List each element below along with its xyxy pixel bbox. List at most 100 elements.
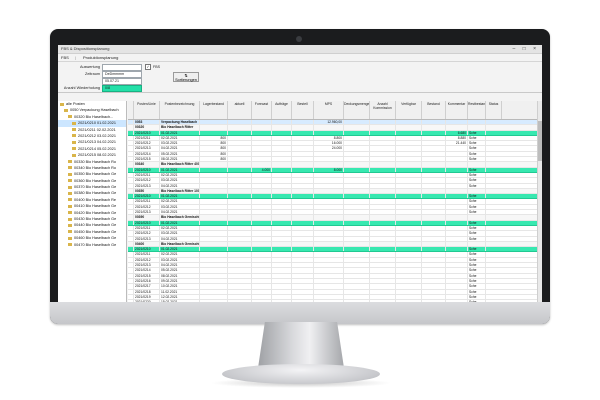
navigation-tree[interactable]: alle Posten 0050 Verpackung Haselbach 0032…	[58, 101, 127, 302]
table-cell	[228, 167, 252, 172]
table-cell	[446, 236, 468, 241]
folder-icon	[68, 211, 72, 215]
column-header[interactable]: Postenbezeichnung	[160, 101, 200, 119]
datum-field[interactable]: 05.07.21	[102, 77, 142, 85]
column-header[interactable]: Forecast	[252, 101, 272, 119]
column-header[interactable]: Anzahl Kommission	[370, 101, 396, 119]
table-cell: 04.02.2021	[160, 146, 200, 151]
tree-node-label: 00440 Bio Haselbach Ge	[74, 223, 117, 228]
table-cell	[396, 125, 422, 130]
column-header[interactable]: aktuell	[228, 101, 252, 119]
table-cell	[228, 151, 252, 157]
folder-icon	[68, 236, 72, 240]
column-header[interactable]: Kommentar	[446, 101, 468, 119]
tree-node[interactable]: 00440 Bio Haselbach Ge	[58, 222, 126, 228]
table-cell	[314, 263, 344, 268]
table-cell	[396, 252, 422, 257]
table-cell	[292, 172, 314, 178]
table-cell	[370, 151, 396, 157]
application-window: FBS & Dispositionsplanung – □ × FBS | Pro…	[58, 45, 542, 302]
zeitraum-field[interactable]: DeDmmmm	[102, 70, 142, 78]
table-cell: 2021/0219	[134, 294, 160, 300]
tree-node[interactable]: 0050 Verpackung Haselbach	[58, 107, 126, 113]
table-cell: Sche	[468, 135, 486, 141]
table-cell	[228, 241, 252, 247]
column-header[interactable]: Bestell	[292, 101, 314, 119]
table-cell	[228, 215, 252, 220]
table-cell	[292, 167, 314, 172]
table-cell	[396, 135, 422, 141]
fbs-checkbox[interactable]: ✓	[145, 64, 151, 70]
column-header[interactable]: Posten/Linie	[134, 101, 160, 119]
table-cell	[292, 231, 314, 236]
table-cell	[314, 257, 344, 263]
tree-node-label: 00410 Bio Haselbach Ge	[74, 204, 117, 209]
table-cell	[446, 120, 468, 125]
table-cell: 04.02.2021	[160, 236, 200, 241]
table-cell	[446, 284, 468, 289]
table-cell: Sche	[468, 257, 486, 263]
table-cell	[396, 141, 422, 146]
table-cell	[422, 257, 446, 263]
column-header[interactable]: Restbestand	[468, 101, 486, 119]
anzahl-field[interactable]: 0/8	[102, 84, 142, 92]
folder-icon	[68, 204, 72, 208]
table-cell	[272, 120, 292, 125]
table-cell	[422, 241, 446, 247]
table-cell: Bio Haselbach Ritter 100g	[161, 188, 200, 194]
column-header[interactable]: Lagerbestand	[200, 101, 228, 119]
tree-node[interactable]: 00460 Bio Haselbach Ge	[58, 235, 126, 241]
table-cell	[292, 215, 314, 220]
table-cell	[228, 194, 252, 199]
folder-icon	[68, 115, 72, 119]
table-cell	[396, 263, 422, 268]
tree-node[interactable]: 00330 Bio Haselbach Ro	[58, 159, 126, 165]
sortierungen-button[interactable]: ⇅ Sortierungen	[173, 72, 199, 82]
table-cell	[396, 210, 422, 215]
table-cell	[272, 125, 292, 130]
table-cell	[292, 135, 314, 141]
column-header[interactable]: Verfügbar	[396, 101, 422, 119]
table-cell	[344, 220, 370, 225]
table-cell	[252, 120, 272, 125]
column-header[interactable]: MPS	[314, 101, 344, 119]
table-cell: 11.02.2021	[160, 289, 200, 294]
scroll-thumb[interactable]	[538, 121, 542, 161]
column-header[interactable]: Aufträge	[272, 101, 292, 119]
table-cell	[228, 178, 252, 183]
column-header[interactable]: Bestand	[422, 101, 446, 119]
table-cell: 2021/0211	[134, 199, 160, 204]
column-header[interactable]: Deckungsmenge	[344, 101, 370, 119]
table-cell	[422, 188, 446, 194]
table-cell: Sche	[468, 278, 486, 284]
table-cell	[344, 194, 370, 199]
tree-node[interactable]: 00410 Bio Haselbach Ge	[58, 203, 126, 209]
tab-produktionsplanung[interactable]: Produktionsplanung	[83, 55, 118, 60]
table-cell	[228, 236, 252, 241]
window-controls[interactable]: – □ ×	[513, 45, 540, 53]
table-cell: Sche	[468, 225, 486, 231]
tree-node[interactable]: 00350 Bio Haselbach Ge	[58, 171, 126, 177]
folder-icon	[72, 140, 76, 144]
table-cell	[396, 120, 422, 125]
tree-node[interactable]: 00380 Bio Haselbach Ge	[58, 190, 126, 196]
table-cell	[422, 294, 446, 300]
column-header[interactable]: Status	[486, 101, 502, 119]
table-cell	[314, 236, 344, 241]
table-cell	[396, 236, 422, 241]
window-title: FBS & Dispositionsplanung	[61, 46, 110, 51]
table-cell	[422, 252, 446, 257]
table-cell	[396, 151, 422, 157]
table-cell	[252, 204, 272, 210]
vertical-scrollbar[interactable]	[537, 101, 542, 302]
auswertung-field[interactable]	[102, 63, 142, 71]
table-cell	[396, 220, 422, 225]
tree-node[interactable]: 00470 Bio Haselbach Ge	[58, 242, 126, 248]
table-cell: Sche	[468, 252, 486, 257]
table-cell	[422, 284, 446, 289]
table-cell	[314, 247, 344, 252]
table-cell: 2021/0211	[134, 252, 160, 257]
table-cell	[314, 188, 344, 194]
tab-fbs[interactable]: FBS	[61, 55, 69, 60]
table-cell	[422, 194, 446, 199]
